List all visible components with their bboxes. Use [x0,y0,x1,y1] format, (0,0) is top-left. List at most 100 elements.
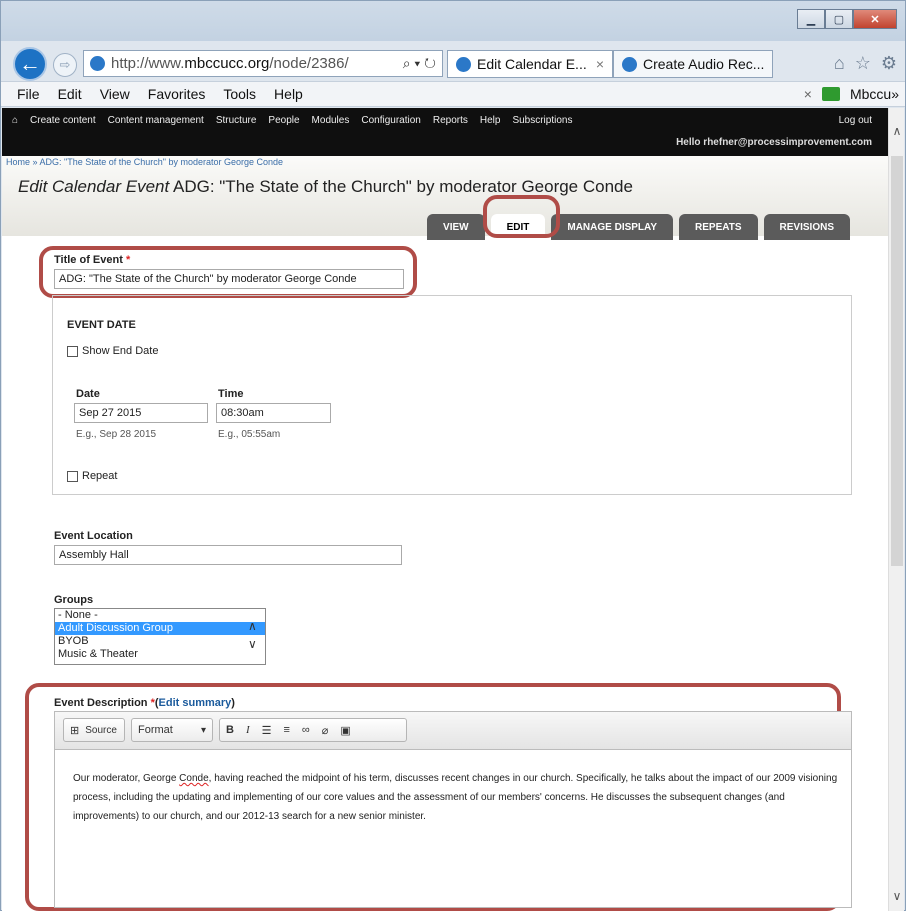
favorites-star-icon[interactable]: ☆ [855,53,871,74]
title-label: Title of Event * [54,254,131,266]
repeat-label: Repeat [82,470,118,482]
tab-edit-calendar[interactable]: Edit Calendar E... × [447,50,613,78]
chevron-down-icon: ▾ [200,724,206,736]
menu-favorites[interactable]: Favorites [139,86,215,102]
link-icon[interactable]: ∞ [296,724,316,736]
browser-tool-icons: ⌂ ☆ ⚙ [834,53,897,74]
edit-summary-link[interactable]: Edit summary [159,697,232,709]
drupal-favicon-icon [456,56,471,72]
admin-link-reports[interactable]: Reports [433,115,468,126]
scroll-up-icon[interactable]: ∧ [889,124,905,142]
address-url: http://www.mbccucc.org/node/2386/ [111,55,349,72]
admin-link-modules[interactable]: Modules [312,115,350,126]
close-bar-icon[interactable]: × [804,86,812,102]
admin-link-subscriptions[interactable]: Subscriptions [512,115,572,126]
page-header: Home » ADG: "The State of the Church" by… [2,156,888,240]
tab-manage-display[interactable]: MANAGE DISPLAY [551,214,674,240]
date-input[interactable]: Sep 27 2015 [74,403,208,423]
groups-option[interactable]: BYOB [55,635,265,648]
logout-link[interactable]: Log out [839,115,872,126]
source-button[interactable]: ⊞ Source [63,718,125,742]
menu-bar: File Edit View Favorites Tools Help × Mb… [1,81,905,107]
settings-gear-icon[interactable]: ⚙ [881,53,897,74]
tab-repeats[interactable]: REPEATS [679,214,758,240]
admin-link-create-content[interactable]: Create content [30,115,96,126]
user-greeting: Hello rhefner@processimprovement.com [676,137,872,148]
admin-link-people[interactable]: People [268,115,299,126]
image-icon[interactable]: ▣ [334,724,356,737]
minimize-icon[interactable]: ▁ [797,9,825,29]
search-refresh-icons[interactable]: ⌕ ▾ ↻ [403,55,442,72]
address-bar[interactable]: http://www.mbccucc.org/node/2386/ ⌕ ▾ ↻ [83,50,443,77]
favorites-bar-link[interactable]: Mbccu» [850,86,899,102]
source-icon: ⊞ [70,724,80,737]
page-scrollbar[interactable]: ∧ ∨ [888,108,904,911]
italic-button[interactable]: I [240,724,256,736]
admin-link-content-management[interactable]: Content management [108,115,204,126]
date-label: Date [76,388,100,400]
menu-right-tools: × Mbccu» [804,86,905,102]
listbox-scroll-arrows[interactable]: ∧ ∨ [248,617,257,653]
browser-window: ▁ ▢ ✕ ← ⇨ http://www.mbccucc.org/node/23… [0,0,906,911]
bold-button[interactable]: B [220,724,240,736]
location-input[interactable]: Assembly Hall [54,545,402,565]
page-title: Edit Calendar Event ADG: "The State of t… [18,177,633,196]
groups-option-selected[interactable]: Adult Discussion Group [55,622,265,635]
title-input[interactable]: ADG: "The State of the Church" by modera… [54,269,404,289]
admin-link-configuration[interactable]: Configuration [361,115,420,126]
repeat-row: Repeat [67,470,117,482]
scroll-thumb[interactable] [891,156,903,566]
show-end-date-label: Show End Date [82,345,159,357]
menu-file[interactable]: File [1,86,49,102]
admin-home-icon[interactable]: ⌂ [12,115,18,126]
back-arrow-icon[interactable]: ← [13,47,47,81]
extension-icon[interactable] [821,87,840,101]
menu-tools[interactable]: Tools [214,86,265,102]
time-hint: E.g., 05:55am [218,429,281,440]
tab-revisions[interactable]: REVISIONS [763,214,850,240]
forward-arrow-icon[interactable]: ⇨ [53,53,77,77]
menu-edit[interactable]: Edit [49,86,91,102]
edit-tab-highlight [483,195,560,238]
chevron-up-icon[interactable]: ∧ [248,617,257,635]
unlink-icon[interactable]: ⌀ [316,724,335,737]
event-date-fieldset [52,295,852,495]
admin-menu: ⌂ Create content Content management Stru… [12,115,572,126]
time-input[interactable]: 08:30am [216,403,331,423]
editor-toolbar: ⊞ Source Format ▾ B I ☰ ≡ ∞ ⌀ ▣ [55,712,851,750]
time-label: Time [218,388,244,400]
groups-label: Groups [54,594,94,606]
home-icon[interactable]: ⌂ [834,53,845,74]
drupal-favicon-icon [622,56,637,72]
tab-view[interactable]: VIEW [427,214,485,240]
maximize-icon[interactable]: ▢ [825,9,853,29]
description-label: Event Description *(Edit summary) [54,697,235,709]
menu-view[interactable]: View [91,86,139,102]
groups-option[interactable]: Music & Theater [55,648,265,661]
menu-help[interactable]: Help [265,86,312,102]
page-viewport: ⌂ Create content Content management Stru… [2,108,888,911]
groups-option[interactable]: - None - [55,609,265,622]
close-window-icon[interactable]: ✕ [853,9,897,29]
bulleted-list-icon[interactable]: ≡ [278,724,296,736]
chevron-down-icon[interactable]: ∨ [248,635,257,653]
date-hint: E.g., Sep 28 2015 [76,429,157,440]
scroll-down-icon[interactable]: ∨ [889,889,905,907]
ie-favicon-icon [90,56,105,71]
admin-toolbar: ⌂ Create content Content management Stru… [2,108,888,156]
window-controls: ▁ ▢ ✕ [797,9,897,29]
groups-listbox[interactable]: - None - Adult Discussion Group BYOB Mus… [54,608,266,665]
close-tab-icon[interactable]: × [588,56,612,72]
show-end-date-row: Show End Date [67,345,158,357]
location-label: Event Location [54,530,133,542]
format-dropdown[interactable]: Format ▾ [131,718,213,742]
description-text[interactable]: Our moderator, George Conde, having reac… [73,769,843,826]
numbered-list-icon[interactable]: ☰ [256,724,278,737]
admin-link-structure[interactable]: Structure [216,115,257,126]
admin-link-help[interactable]: Help [480,115,501,126]
tab-create-audio[interactable]: Create Audio Rec... [613,50,773,78]
description-editor: ⊞ Source Format ▾ B I ☰ ≡ ∞ ⌀ ▣ Our modera… [54,711,852,908]
repeat-checkbox[interactable] [67,470,78,482]
show-end-date-checkbox[interactable] [67,345,78,357]
breadcrumb[interactable]: Home » ADG: "The State of the Church" by… [6,157,283,167]
